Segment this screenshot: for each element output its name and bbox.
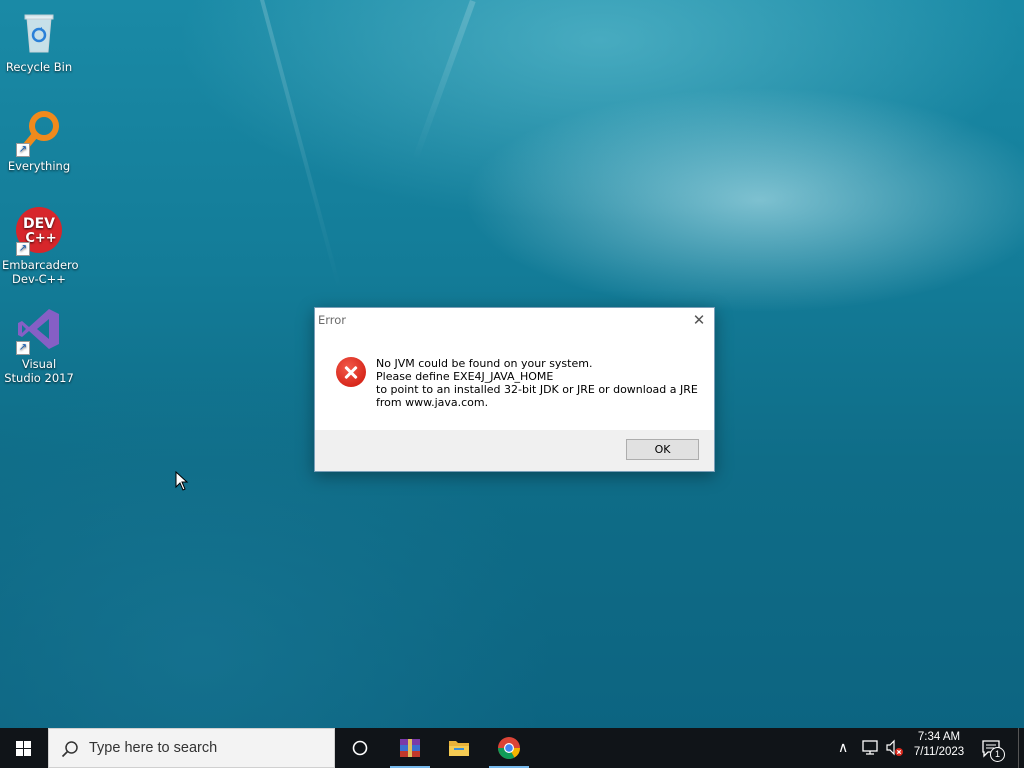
dialog-body: No JVM could be found on your system. Pl…	[315, 332, 714, 431]
desktop-icon-recycle-bin[interactable]: Recycle Bin	[2, 8, 76, 74]
desktop-icon-label: Everything	[7, 159, 71, 173]
svg-text:C++: C++	[25, 231, 56, 246]
search-icon	[61, 741, 78, 758]
taskbar-app-winrar[interactable]	[386, 728, 434, 768]
chrome-icon	[498, 737, 520, 759]
dialog-footer: OK	[315, 430, 714, 471]
task-view-icon	[352, 740, 368, 756]
shortcut-arrow-icon: ↗	[16, 341, 30, 355]
file-explorer-icon	[449, 741, 469, 756]
task-view-button[interactable]	[336, 728, 384, 768]
message-line: to point to an installed 32-bit JDK or J…	[376, 383, 698, 396]
mouse-cursor-icon	[175, 471, 189, 491]
windows-logo-icon	[16, 741, 32, 756]
recycle-bin-icon	[15, 8, 63, 56]
dialog-title: Error	[318, 313, 347, 327]
visual-studio-icon: ↗	[15, 305, 63, 355]
show-desktop-button[interactable]	[1018, 728, 1019, 768]
message-line: No JVM could be found on your system.	[376, 357, 593, 370]
dialog-titlebar[interactable]: Error ✕	[315, 308, 714, 332]
error-dialog: Error ✕ No JVM could be found on your sy…	[314, 307, 715, 472]
start-button[interactable]	[0, 728, 48, 768]
desktop-icon-label: Embarcadero Dev-C++	[2, 258, 79, 286]
error-message: No JVM could be found on your system. Pl…	[376, 357, 698, 409]
taskbar: Type here to search ∧ 7:34 AM 7/11/2023 …	[0, 728, 1024, 768]
desktop-icon-label: Visual Studio 2017	[4, 357, 74, 385]
desktop-icon-label: Recycle Bin	[5, 60, 73, 74]
error-icon	[336, 357, 366, 387]
taskbar-app-chrome[interactable]	[485, 728, 533, 768]
notification-count-badge: 1	[990, 747, 1005, 762]
clock-date: 7/11/2023	[913, 746, 965, 758]
search-placeholder: Type here to search	[89, 740, 218, 756]
shortcut-arrow-icon: ↗	[16, 143, 30, 157]
show-hidden-icons-chevron-up-icon[interactable]: ∧	[838, 739, 848, 756]
ok-button[interactable]: OK	[626, 439, 699, 460]
volume-muted-icon[interactable]	[886, 739, 904, 757]
close-icon[interactable]: ✕	[688, 310, 710, 330]
network-icon[interactable]	[862, 740, 880, 756]
light-ray	[411, 0, 476, 162]
svg-text:DEV: DEV	[23, 216, 55, 232]
everything-search-icon: ↗	[15, 107, 63, 157]
light-ray	[260, 0, 342, 290]
devcpp-icon: DEV C++ ↗	[15, 206, 63, 256]
desktop-icon-devcpp[interactable]: DEV C++ ↗ Embarcadero Dev-C++	[2, 206, 79, 286]
clock-time: 7:34 AM	[917, 731, 961, 743]
winrar-icon	[400, 739, 420, 757]
desktop-icon-visual-studio[interactable]: ↗ Visual Studio 2017	[2, 305, 76, 385]
shortcut-arrow-icon: ↗	[16, 242, 30, 256]
action-center-button[interactable]: 1	[978, 728, 1008, 768]
taskbar-app-file-explorer[interactable]	[435, 728, 483, 768]
message-line: Please define EXE4J_JAVA_HOME	[376, 370, 554, 383]
taskbar-search-box[interactable]: Type here to search	[48, 728, 335, 768]
clock[interactable]: 7:34 AM 7/11/2023	[906, 731, 972, 758]
message-line: from www.java.com.	[376, 396, 489, 409]
desktop-icon-everything[interactable]: ↗ Everything	[2, 107, 76, 173]
